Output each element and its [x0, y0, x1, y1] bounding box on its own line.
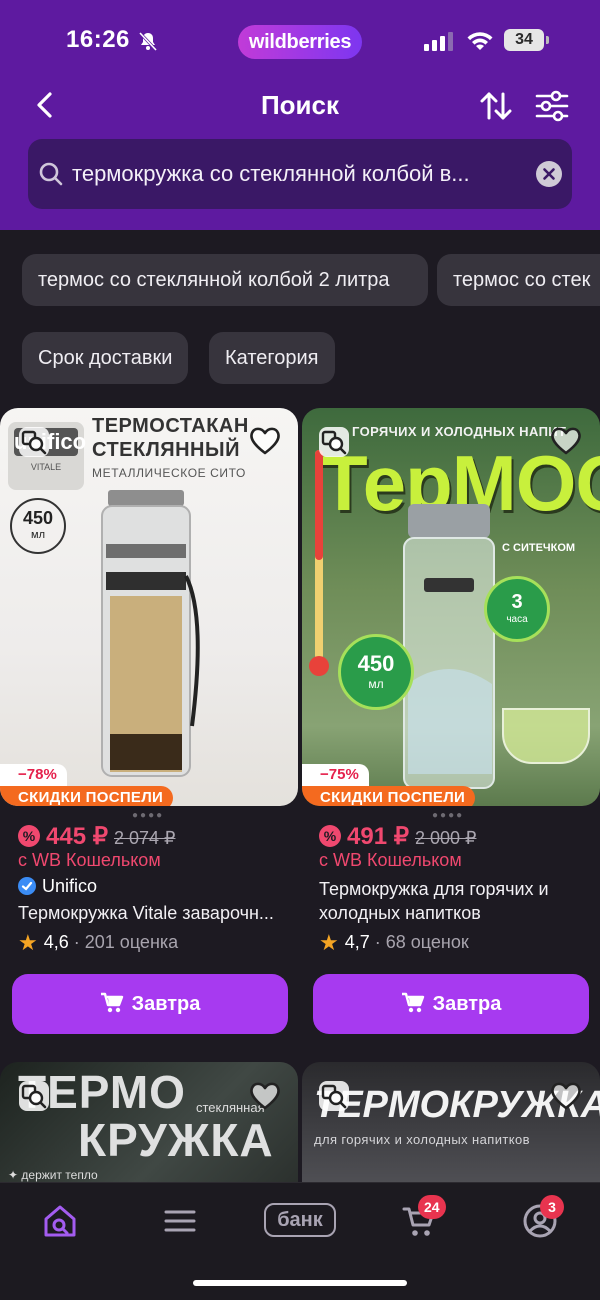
- volume-badge: 450 мл: [338, 634, 414, 710]
- wallet-discount-icon: %: [319, 825, 341, 847]
- discount-badge: −75%: [302, 764, 369, 786]
- volume-badge: 450 мл: [10, 498, 66, 554]
- carousel-dots: ●●●●: [132, 810, 165, 821]
- favorite-heart-icon[interactable]: [549, 424, 583, 458]
- wallet-note: с WB Кошельком: [18, 850, 161, 870]
- thermometer-illustration: [309, 450, 329, 676]
- sale-badge: СКИДКИ ПОСПЕЛИ: [0, 786, 174, 806]
- product-image[interactable]: ГОРЯЧИХ И ХОЛОДНЫХ НАПИТ ТерМОС С СИТЕЧК…: [302, 408, 600, 806]
- filter-sliders-icon[interactable]: [534, 88, 570, 124]
- wifi-icon: [467, 32, 493, 50]
- tea-cup-illustration: [502, 708, 590, 764]
- favorite-heart-icon[interactable]: [549, 1079, 583, 1113]
- product-image-title: ТЕРМО КРУЖКА: [18, 1066, 274, 1166]
- battery-indicator: 34: [504, 29, 544, 51]
- tab-catalog-menu-icon[interactable]: [160, 1201, 200, 1241]
- cart-icon: [401, 992, 424, 1013]
- discount-badge: −78%: [0, 764, 67, 786]
- product-rating: ★ 4,6 · 201 оценка: [18, 930, 179, 955]
- cell-signal-icon: [424, 32, 453, 51]
- product-image-subtitle: МЕТАЛЛИЧЕСКОЕ СИТО: [92, 466, 246, 480]
- wildberries-logo: wildberries: [238, 25, 362, 59]
- carousel-dots: ●●●●: [432, 810, 465, 821]
- search-icon: [39, 162, 63, 186]
- clear-search-icon[interactable]: [536, 161, 562, 187]
- old-price: 2 074 ₽: [113, 828, 176, 848]
- wallet-discount-icon: %: [18, 825, 40, 847]
- cart-count-badge: 24: [418, 1195, 446, 1219]
- status-bar: 16:26 wildberries 34: [0, 22, 600, 62]
- home-indicator[interactable]: [193, 1280, 407, 1286]
- battery-tip: [546, 36, 549, 44]
- star-icon: ★: [319, 930, 339, 955]
- similar-search-icon[interactable]: [318, 426, 350, 458]
- star-icon: ★: [18, 930, 38, 955]
- bottle-illustration: [101, 490, 200, 777]
- old-price: 2 000 ₽: [414, 828, 477, 848]
- suggestion-chip[interactable]: термос со стек: [437, 254, 600, 306]
- similar-search-icon[interactable]: [318, 1080, 350, 1112]
- search-input[interactable]: термокружка со стеклянной колбой в...: [28, 139, 572, 209]
- add-to-cart-button[interactable]: Завтра: [313, 974, 589, 1034]
- brand-name: Unifico: [18, 876, 97, 897]
- hours-badge: 3 часа: [484, 576, 550, 642]
- bottle-illustration: [403, 504, 495, 789]
- product-image-sub: С СИТЕЧКОМ: [502, 542, 576, 554]
- search-query[interactable]: термокружка со стеклянной колбой в...: [72, 161, 512, 187]
- price-value: 491 ₽: [347, 823, 409, 850]
- product-image-note: ✦ держит тепло: [8, 1168, 98, 1182]
- suggestion-chip[interactable]: термос со стеклянной колбой 2 литра: [22, 254, 428, 306]
- favorite-heart-icon[interactable]: [248, 424, 282, 458]
- product-rating: ★ 4,7 · 68 оценок: [319, 930, 469, 955]
- product-image-sub: для горячих и холодных напитков: [314, 1132, 530, 1147]
- verified-check-icon: [18, 877, 36, 895]
- product-image[interactable]: ТЕРМОСТАКАН СТЕКЛЯННЫЙ МЕТАЛЛИЧЕСКОЕ СИТ…: [0, 408, 298, 806]
- profile-notification-badge: 3: [540, 1195, 564, 1219]
- status-time: 16:26: [66, 26, 130, 53]
- cart-icon: [100, 992, 123, 1013]
- price-value: 445 ₽: [46, 823, 108, 850]
- sale-badge: СКИДКИ ПОСПЕЛИ: [302, 786, 476, 806]
- filter-chip-delivery[interactable]: Срок доставки: [22, 332, 189, 384]
- filter-chip-category[interactable]: Категория: [209, 332, 335, 384]
- sort-icon[interactable]: [478, 88, 514, 124]
- favorite-heart-icon[interactable]: [248, 1079, 282, 1113]
- mute-bell-icon: [138, 31, 158, 52]
- tab-bank[interactable]: банк: [264, 1203, 336, 1237]
- product-price: % 491 ₽2 000 ₽: [319, 822, 476, 851]
- top-header: 16:26 wildberries 34 Поиск термокружка с…: [0, 0, 600, 230]
- similar-search-icon[interactable]: [18, 426, 50, 458]
- tab-home-search-icon[interactable]: [40, 1201, 80, 1241]
- product-price: % 445 ₽2 074 ₽: [18, 822, 175, 851]
- similar-search-icon[interactable]: [18, 1080, 50, 1112]
- add-to-cart-button[interactable]: Завтра: [12, 974, 288, 1034]
- product-image-topline: ГОРЯЧИХ И ХОЛОДНЫХ НАПИТ: [352, 424, 567, 439]
- product-name[interactable]: Термокружка для горячих и холодных напит…: [319, 877, 549, 925]
- product-name[interactable]: Термокружка Vitale заварочн...: [18, 901, 288, 925]
- wallet-note: с WB Кошельком: [319, 850, 462, 870]
